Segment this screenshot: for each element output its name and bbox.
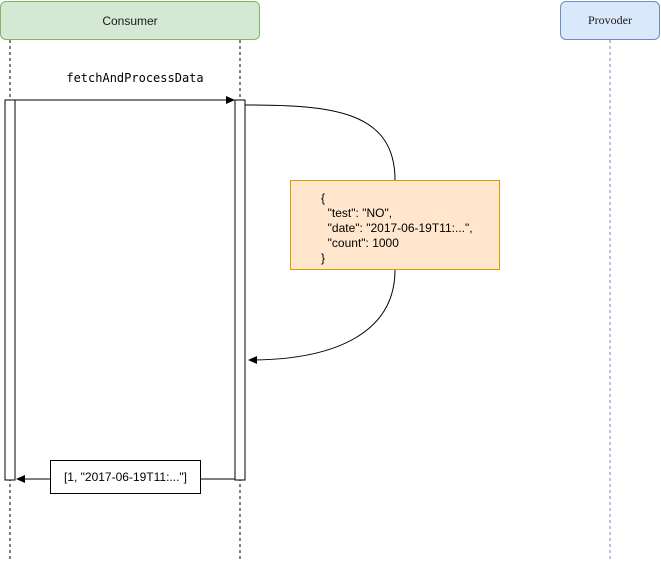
self-call-curve-top — [244, 104, 396, 181]
json-payload-note: { "test": "NO", "date": "2017-06-19T11:.… — [290, 180, 500, 270]
consumer-activation-bar — [4, 99, 16, 481]
call-message-label: fetchAndProcessData — [66, 71, 204, 85]
return-message-label: [1, "2017-06-19T11:..."] — [50, 460, 201, 494]
note-line: } — [321, 251, 326, 265]
provider-participant-label: Provoder — [588, 13, 632, 27]
consumer-participant-label: Consumer — [102, 13, 158, 28]
provider-participant: Provoder — [560, 1, 660, 40]
processor-activation-bar — [234, 99, 246, 481]
consumer-participant: Consumer — [0, 1, 260, 40]
note-line: "test": "NO", — [321, 206, 393, 220]
note-line: "count": 1000 — [321, 236, 399, 250]
note-line: { — [321, 191, 326, 205]
note-line: "date": "2017-06-19T11:...", — [321, 221, 473, 235]
self-call-curve-bottom — [248, 269, 396, 364]
